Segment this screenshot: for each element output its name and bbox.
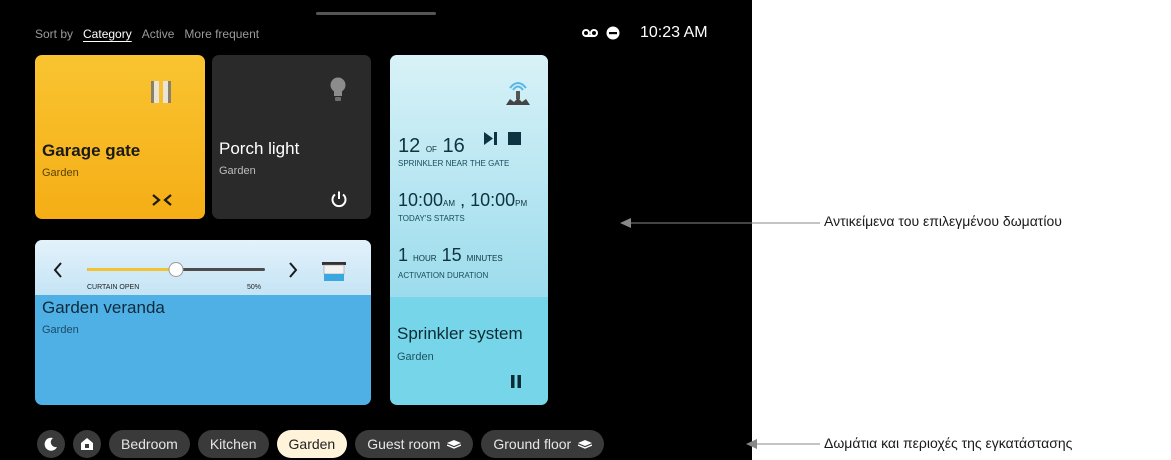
- home-button[interactable]: [73, 430, 101, 458]
- sprinkler-details: 12 OF 16 SPRINKLER NEAR THE GATE 10:00AM…: [390, 55, 548, 297]
- close-arrows-icon[interactable]: [151, 193, 173, 207]
- skip-next-icon[interactable]: [484, 132, 497, 145]
- moon-icon: [44, 437, 57, 451]
- card-room: Garden: [42, 167, 79, 179]
- room-label: Ground floor: [493, 436, 572, 452]
- status-bar: 10:23 AM: [582, 24, 708, 42]
- garden-veranda-card[interactable]: CURTAIN OPEN 50% Garden veranda Garden: [35, 240, 371, 405]
- count-of: OF: [425, 145, 437, 154]
- night-mode-button[interactable]: [37, 430, 65, 458]
- card-title: Porch light: [219, 139, 300, 158]
- sort-option-active[interactable]: Active: [142, 27, 175, 41]
- room-chip-bedroom[interactable]: Bedroom: [109, 430, 190, 458]
- zone-name: SPRINKLER NEAR THE GATE: [398, 159, 510, 168]
- start-times: 10:00AM , 10:00PM: [398, 190, 527, 211]
- card-title: Garage gate: [42, 141, 141, 160]
- duration-hours-unit: HOUR: [413, 254, 437, 263]
- voicemail-icon: [582, 29, 598, 37]
- card-room: Garden: [42, 324, 79, 336]
- sort-option-category[interactable]: Category: [83, 27, 132, 41]
- curtain-icon: [322, 262, 346, 281]
- card-title: Garden veranda: [42, 298, 165, 317]
- sort-bar: Sort by Category Active More frequent: [35, 27, 259, 41]
- start-time-1: 10:00: [398, 190, 444, 210]
- duration-minutes-unit: MINUTES: [466, 254, 503, 263]
- stop-icon[interactable]: [508, 132, 521, 145]
- duration-label: ACTIVATION DURATION: [398, 271, 489, 280]
- count-total: 16: [442, 135, 465, 157]
- curtain-control: CURTAIN OPEN 50%: [35, 240, 371, 295]
- room-label: Garden: [288, 436, 336, 452]
- room-chip-garden[interactable]: Garden: [276, 430, 348, 458]
- pause-icon[interactable]: [511, 375, 521, 388]
- sort-option-frequent[interactable]: More frequent: [184, 27, 259, 41]
- duration-hours: 1: [398, 245, 409, 265]
- room-label: Bedroom: [121, 436, 178, 452]
- tablet-screen: Sort by Category Active More frequent 10…: [0, 0, 752, 460]
- card-title: Sprinkler system: [397, 324, 523, 343]
- drag-handle[interactable]: [316, 12, 436, 15]
- do-not-disturb-icon: [606, 26, 620, 40]
- start-separator: ,: [460, 190, 466, 210]
- layers-icon: [447, 439, 462, 449]
- start-time-1-unit: AM: [443, 199, 456, 208]
- power-icon[interactable]: [330, 190, 348, 208]
- callout-objects: Αντικείμενα του επιλεγμένου δωματίου: [824, 213, 1062, 229]
- callout-rooms: Δωμάτια και περιοχές της εγκατάστασης: [824, 435, 1073, 451]
- layers-icon: [578, 439, 593, 449]
- slider-value: 50%: [247, 284, 262, 291]
- callout-arrow-objects: [620, 218, 820, 228]
- card-room: Garden: [219, 165, 256, 177]
- room-chip-kitchen[interactable]: Kitchen: [197, 430, 269, 458]
- room-chip-ground-floor[interactable]: Ground floor: [481, 430, 605, 458]
- start-time-2-unit: PM: [515, 199, 528, 208]
- clock: 10:23 AM: [640, 24, 708, 41]
- sprinkler-system-card[interactable]: 12 OF 16 SPRINKLER NEAR THE GATE 10:00AM…: [390, 55, 548, 405]
- sprinkler-icon: [506, 82, 530, 105]
- bulb-icon: [330, 77, 346, 101]
- starts-label: TODAY'S STARTS: [398, 214, 465, 223]
- room-bar: Bedroom Kitchen Garden Guest room Ground…: [37, 430, 605, 458]
- callout-arrow-rooms: [746, 439, 820, 449]
- sort-label: Sort by: [35, 27, 74, 41]
- room-chip-guest-room[interactable]: Guest room: [355, 430, 474, 458]
- garage-gate-card[interactable]: Garage gate Garden: [35, 55, 205, 219]
- gate-icon: [151, 81, 171, 103]
- porch-light-card[interactable]: Porch light Garden: [212, 55, 371, 219]
- duration-minutes: 15: [441, 245, 462, 265]
- count-current: 12: [398, 135, 421, 157]
- zone-counter: 12 OF 16: [398, 135, 465, 158]
- home-icon: [81, 438, 93, 450]
- curtain-slider[interactable]: [87, 261, 265, 279]
- chevron-left-icon[interactable]: [53, 262, 63, 278]
- start-time-2: 10:00: [470, 190, 516, 210]
- chevron-right-icon[interactable]: [288, 262, 298, 278]
- slider-label: CURTAIN OPEN: [87, 284, 140, 291]
- room-label: Kitchen: [209, 436, 257, 452]
- card-room: Garden: [397, 351, 434, 363]
- duration: 1 HOUR 15 MINUTES: [398, 245, 503, 266]
- room-label: Guest room: [367, 436, 441, 452]
